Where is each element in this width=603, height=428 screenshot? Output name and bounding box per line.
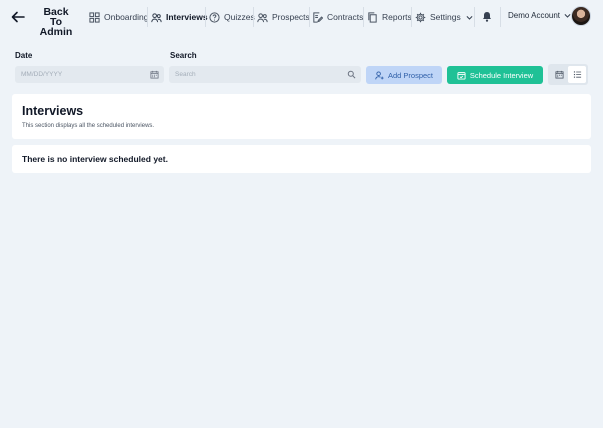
account-label: Demo Account [508, 11, 561, 20]
account-menu[interactable]: Demo Account [508, 11, 572, 20]
top-navigation: Back To Admin Onboarding Interviews Quiz… [0, 0, 603, 38]
question-circle-icon [209, 11, 220, 23]
nav-item-settings[interactable]: Settings [415, 8, 474, 26]
nav-divider [411, 7, 412, 27]
avatar[interactable] [571, 6, 591, 26]
user-add-icon [375, 70, 384, 79]
document-edit-icon [313, 11, 323, 23]
nav-divider [253, 7, 254, 27]
nav-divider [147, 7, 148, 27]
nav-label: Onboarding [104, 12, 149, 22]
copy-icon [368, 11, 377, 23]
empty-state-message: There is no interview scheduled yet. [22, 154, 168, 164]
search-label: Search [170, 51, 197, 60]
schedule-interview-label: Schedule Interview [469, 70, 534, 80]
nav-item-reports[interactable]: Reports [367, 8, 412, 26]
nav-label: Settings [430, 12, 461, 22]
nav-divider [205, 7, 206, 27]
nav-item-prospects[interactable]: Prospects [257, 8, 310, 26]
date-input[interactable]: MM/DD/YYYY [15, 66, 164, 83]
gear-icon [415, 12, 426, 22]
page-title: Interviews [22, 104, 84, 118]
calendar-icon [554, 70, 564, 79]
empty-state-card: There is no interview scheduled yet. [12, 145, 591, 173]
list-view-button[interactable] [568, 66, 586, 83]
back-arrow-icon[interactable] [10, 9, 26, 25]
nav-label: Prospects [272, 12, 310, 22]
add-prospect-button[interactable]: Add Prospect [366, 66, 442, 84]
calendar-icon[interactable] [150, 70, 159, 79]
nav-divider [309, 7, 310, 27]
date-label: Date [15, 51, 33, 60]
search-placeholder: Search [175, 71, 196, 78]
nav-label: Reports [382, 12, 412, 22]
nav-label: Interviews [166, 12, 208, 22]
nav-divider [363, 7, 364, 27]
add-prospect-label: Add Prospect [387, 70, 434, 80]
interviews-header-card: Interviews This section displays all the… [12, 94, 591, 139]
nav-item-quizzes[interactable]: Quizzes [209, 8, 255, 26]
nav-item-onboarding[interactable]: Onboarding [89, 8, 148, 26]
grid-icon [89, 11, 100, 23]
list-icon [573, 71, 581, 78]
page-subtitle: This section displays all the scheduled … [22, 123, 155, 129]
search-icon [347, 70, 356, 79]
back-to-admin-link[interactable]: Back To Admin [36, 7, 76, 38]
nav-label: Contracts [327, 12, 364, 22]
bell-icon[interactable] [482, 11, 492, 22]
chevron-down-icon [466, 15, 473, 20]
search-input[interactable]: Search [169, 66, 361, 83]
users-icon [151, 12, 162, 22]
calendar-view-button[interactable] [550, 66, 568, 83]
users-icon [257, 12, 268, 22]
calendar-check-icon [457, 71, 466, 80]
schedule-interview-button[interactable]: Schedule Interview [447, 66, 543, 84]
nav-label: Quizzes [224, 12, 255, 22]
nav-divider [500, 7, 501, 27]
date-placeholder: MM/DD/YYYY [21, 71, 63, 78]
nav-item-contracts[interactable]: Contracts [312, 8, 363, 26]
nav-divider [474, 7, 475, 27]
view-toggle [548, 64, 588, 85]
nav-item-interviews[interactable]: Interviews [151, 8, 208, 26]
